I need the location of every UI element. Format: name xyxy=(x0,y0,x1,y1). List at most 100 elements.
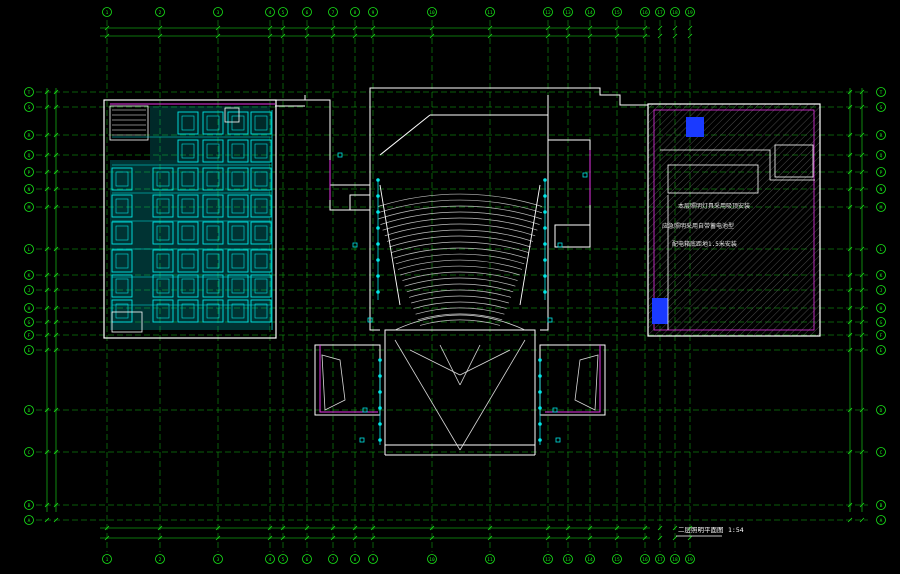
cad-floor-plan: 1122334455667788991010111112121313141415… xyxy=(0,0,900,574)
light-fixture xyxy=(538,406,542,410)
lighting-zone xyxy=(110,160,270,330)
light-fixture xyxy=(376,194,380,198)
axis-label-top: 13 xyxy=(565,10,571,16)
axis-label-top: 11 xyxy=(487,10,493,16)
note-2: 应急照明采用自带蓄电池型 xyxy=(662,222,734,230)
axis-label-top: 7 xyxy=(332,557,335,563)
axis-label-top: 5 xyxy=(282,10,285,16)
light-fixture xyxy=(543,274,547,278)
axis-label-side: D xyxy=(28,408,31,414)
equipment-block-bottom xyxy=(652,298,668,324)
axis-label-side: F xyxy=(28,333,31,339)
axis-label-top: 16 xyxy=(642,10,648,16)
axis-label-top: 2 xyxy=(159,557,162,563)
drawing-title: 二层照明平面图 xyxy=(678,526,724,534)
axis-label-side: G xyxy=(28,320,31,326)
axis-label-top: 7 xyxy=(332,10,335,16)
axis-label-side: J xyxy=(28,288,31,294)
axis-label-top: 14 xyxy=(587,10,593,16)
light-fixture xyxy=(543,210,547,214)
axis-label-side: R xyxy=(28,133,31,139)
axis-label-side: E xyxy=(880,348,883,354)
axis-label-top: 9 xyxy=(372,10,375,16)
light-fixture xyxy=(538,358,542,362)
right-wing-hall: 本层照明灯具采用吸顶安装 应急照明采用自带蓄电池型 配电箱底距地1.5米安装 xyxy=(647,103,821,337)
light-fixture xyxy=(538,438,542,442)
axis-label-top: 6 xyxy=(306,557,309,563)
axis-label-top: 4 xyxy=(269,557,272,563)
hall-outline xyxy=(647,103,821,337)
axis-label-side: K xyxy=(28,273,31,279)
axis-label-side: K xyxy=(880,273,883,279)
axis-label-side: S xyxy=(880,105,883,111)
axis-label-top: 14 xyxy=(587,557,593,563)
axis-label-top: 15 xyxy=(614,557,620,563)
lighting-zone xyxy=(150,106,270,160)
light-fixture xyxy=(376,242,380,246)
axis-label-side: D xyxy=(880,408,883,414)
equipment-block-top xyxy=(686,117,704,137)
axis-label-top: 1 xyxy=(106,557,109,563)
axis-label-side: T xyxy=(880,90,883,96)
axis-label-side: L xyxy=(28,247,31,253)
light-fixture xyxy=(376,274,380,278)
axis-label-top: 12 xyxy=(545,557,551,563)
light-fixture xyxy=(378,438,382,442)
light-fixture xyxy=(376,210,380,214)
light-fixture xyxy=(376,226,380,230)
axis-label-top: 10 xyxy=(429,557,435,563)
axis-label-side: P xyxy=(28,170,31,176)
axis-label-side: A xyxy=(880,518,883,524)
light-fixture xyxy=(543,258,547,262)
axis-label-top: 13 xyxy=(565,557,571,563)
axis-label-top: 5 xyxy=(282,557,285,563)
axis-label-side: Q xyxy=(28,153,31,159)
axis-label-side: C xyxy=(28,450,31,456)
axis-label-side: H xyxy=(28,306,31,312)
axis-label-top: 1 xyxy=(106,10,109,16)
axis-label-side: S xyxy=(28,105,31,111)
light-fixture xyxy=(378,358,382,362)
axis-label-top: 8 xyxy=(354,557,357,563)
light-fixture xyxy=(376,178,380,182)
light-fixture xyxy=(378,390,382,394)
axis-label-side: B xyxy=(28,503,31,509)
light-fixture xyxy=(538,422,542,426)
axis-label-top: 9 xyxy=(372,557,375,563)
light-fixture xyxy=(543,178,547,182)
light-fixture xyxy=(538,390,542,394)
light-fixture xyxy=(378,406,382,410)
axis-label-top: 12 xyxy=(545,10,551,16)
light-fixture xyxy=(543,226,547,230)
axis-label-side: M xyxy=(28,205,31,211)
axis-label-side: T xyxy=(28,90,31,96)
axis-label-top: 10 xyxy=(429,10,435,16)
axis-label-side: B xyxy=(880,503,883,509)
axis-label-top: 2 xyxy=(159,10,162,16)
axis-label-top: 18 xyxy=(672,10,678,16)
axis-label-top: 18 xyxy=(672,557,678,563)
axis-label-top: 11 xyxy=(487,557,493,563)
axis-label-top: 17 xyxy=(657,10,663,16)
axis-label-side: N xyxy=(28,187,31,193)
light-fixture xyxy=(543,194,547,198)
axis-label-side: J xyxy=(880,288,883,294)
axis-label-side: N xyxy=(880,187,883,193)
light-fixture xyxy=(538,374,542,378)
axis-label-side: G xyxy=(880,320,883,326)
axis-label-top: 16 xyxy=(642,557,648,563)
axis-label-side: M xyxy=(880,205,883,211)
axis-label-top: 4 xyxy=(269,10,272,16)
drawing-scale: 1:54 xyxy=(728,526,744,534)
light-fixture xyxy=(378,422,382,426)
axis-label-side: L xyxy=(880,247,883,253)
axis-label-top: 3 xyxy=(217,557,220,563)
axis-label-side: A xyxy=(28,518,31,524)
axis-label-top: 8 xyxy=(354,10,357,16)
axis-label-side: F xyxy=(880,333,883,339)
axis-label-top: 17 xyxy=(657,557,663,563)
axis-label-side: H xyxy=(880,306,883,312)
axis-label-side: E xyxy=(28,348,31,354)
light-fixture xyxy=(376,258,380,262)
axis-label-side: C xyxy=(880,450,883,456)
